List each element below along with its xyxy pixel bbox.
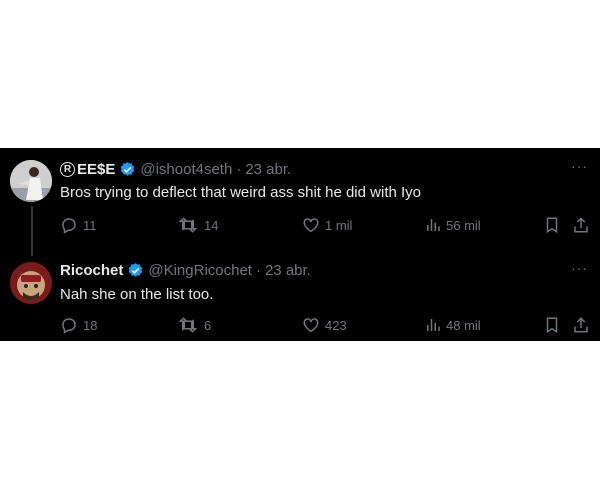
repost-icon [178, 317, 198, 333]
repost-icon [178, 217, 198, 233]
tweet-text: Bros trying to deflect that weird ass sh… [60, 184, 422, 201]
reply-count: 11 [83, 217, 97, 233]
r-logo-icon: R [60, 162, 75, 177]
tweet-text: Nah she on the list too. [60, 286, 214, 303]
repost-count: 14 [204, 217, 219, 233]
display-name[interactable]: EE$E [77, 161, 115, 178]
more-icon[interactable]: ··· [571, 158, 588, 174]
views-icon [427, 319, 440, 331]
bookmark-button[interactable] [544, 316, 565, 334]
bookmark-icon [546, 317, 558, 334]
share-button[interactable] [572, 216, 595, 234]
share-button[interactable] [572, 316, 595, 334]
like-button[interactable]: 423 [302, 316, 347, 334]
handle[interactable]: @KingRicochet [148, 262, 252, 279]
like-count: 1 mil [325, 217, 353, 233]
reply-count: 18 [83, 317, 98, 333]
display-name[interactable]: Ricochet [60, 262, 123, 279]
repost-count: 6 [204, 317, 212, 333]
views-icon [427, 219, 440, 231]
separator-dot: · [236, 161, 242, 178]
repost-button[interactable]: 6 [177, 316, 211, 334]
reply-button[interactable]: 11 [60, 216, 97, 234]
handle[interactable]: @ishoot4seth [140, 161, 232, 178]
like-icon [303, 218, 319, 233]
repost-button[interactable]: 14 [177, 216, 218, 234]
reply-icon [62, 218, 76, 234]
views-button[interactable]: 56 mil [425, 216, 481, 234]
reply-icon [62, 318, 76, 334]
tweet-header: Ricochet @KingRicochet · 23 abr. [60, 262, 311, 279]
reply-button[interactable]: 18 [60, 316, 97, 334]
verified-icon [119, 161, 136, 178]
views-count: 48 mil [446, 317, 481, 333]
share-icon [574, 317, 588, 333]
avatar[interactable] [10, 160, 52, 202]
separator-dot: · [255, 262, 261, 279]
bookmark-button[interactable] [544, 216, 565, 234]
share-icon [574, 217, 588, 233]
like-count: 423 [325, 317, 347, 333]
more-icon[interactable]: ··· [571, 260, 588, 276]
views-count: 56 mil [446, 217, 481, 233]
avatar[interactable] [10, 262, 52, 304]
tweet-date[interactable]: 23 abr. [265, 262, 311, 279]
like-icon [303, 318, 319, 333]
tweet-date[interactable]: 23 abr. [245, 161, 291, 178]
bookmark-icon [546, 217, 558, 234]
tweet[interactable]: Ricochet @KingRicochet · 23 abr. ··· Nah… [0, 254, 600, 341]
tweet-header: R EE$E @ishoot4seth · 23 abr. [60, 161, 291, 178]
like-button[interactable]: 1 mil [302, 216, 352, 234]
views-button[interactable]: 48 mil [425, 316, 481, 334]
verified-icon [127, 262, 144, 279]
tweet[interactable]: R EE$E @ishoot4seth · 23 abr. ··· Bros t… [0, 148, 600, 254]
